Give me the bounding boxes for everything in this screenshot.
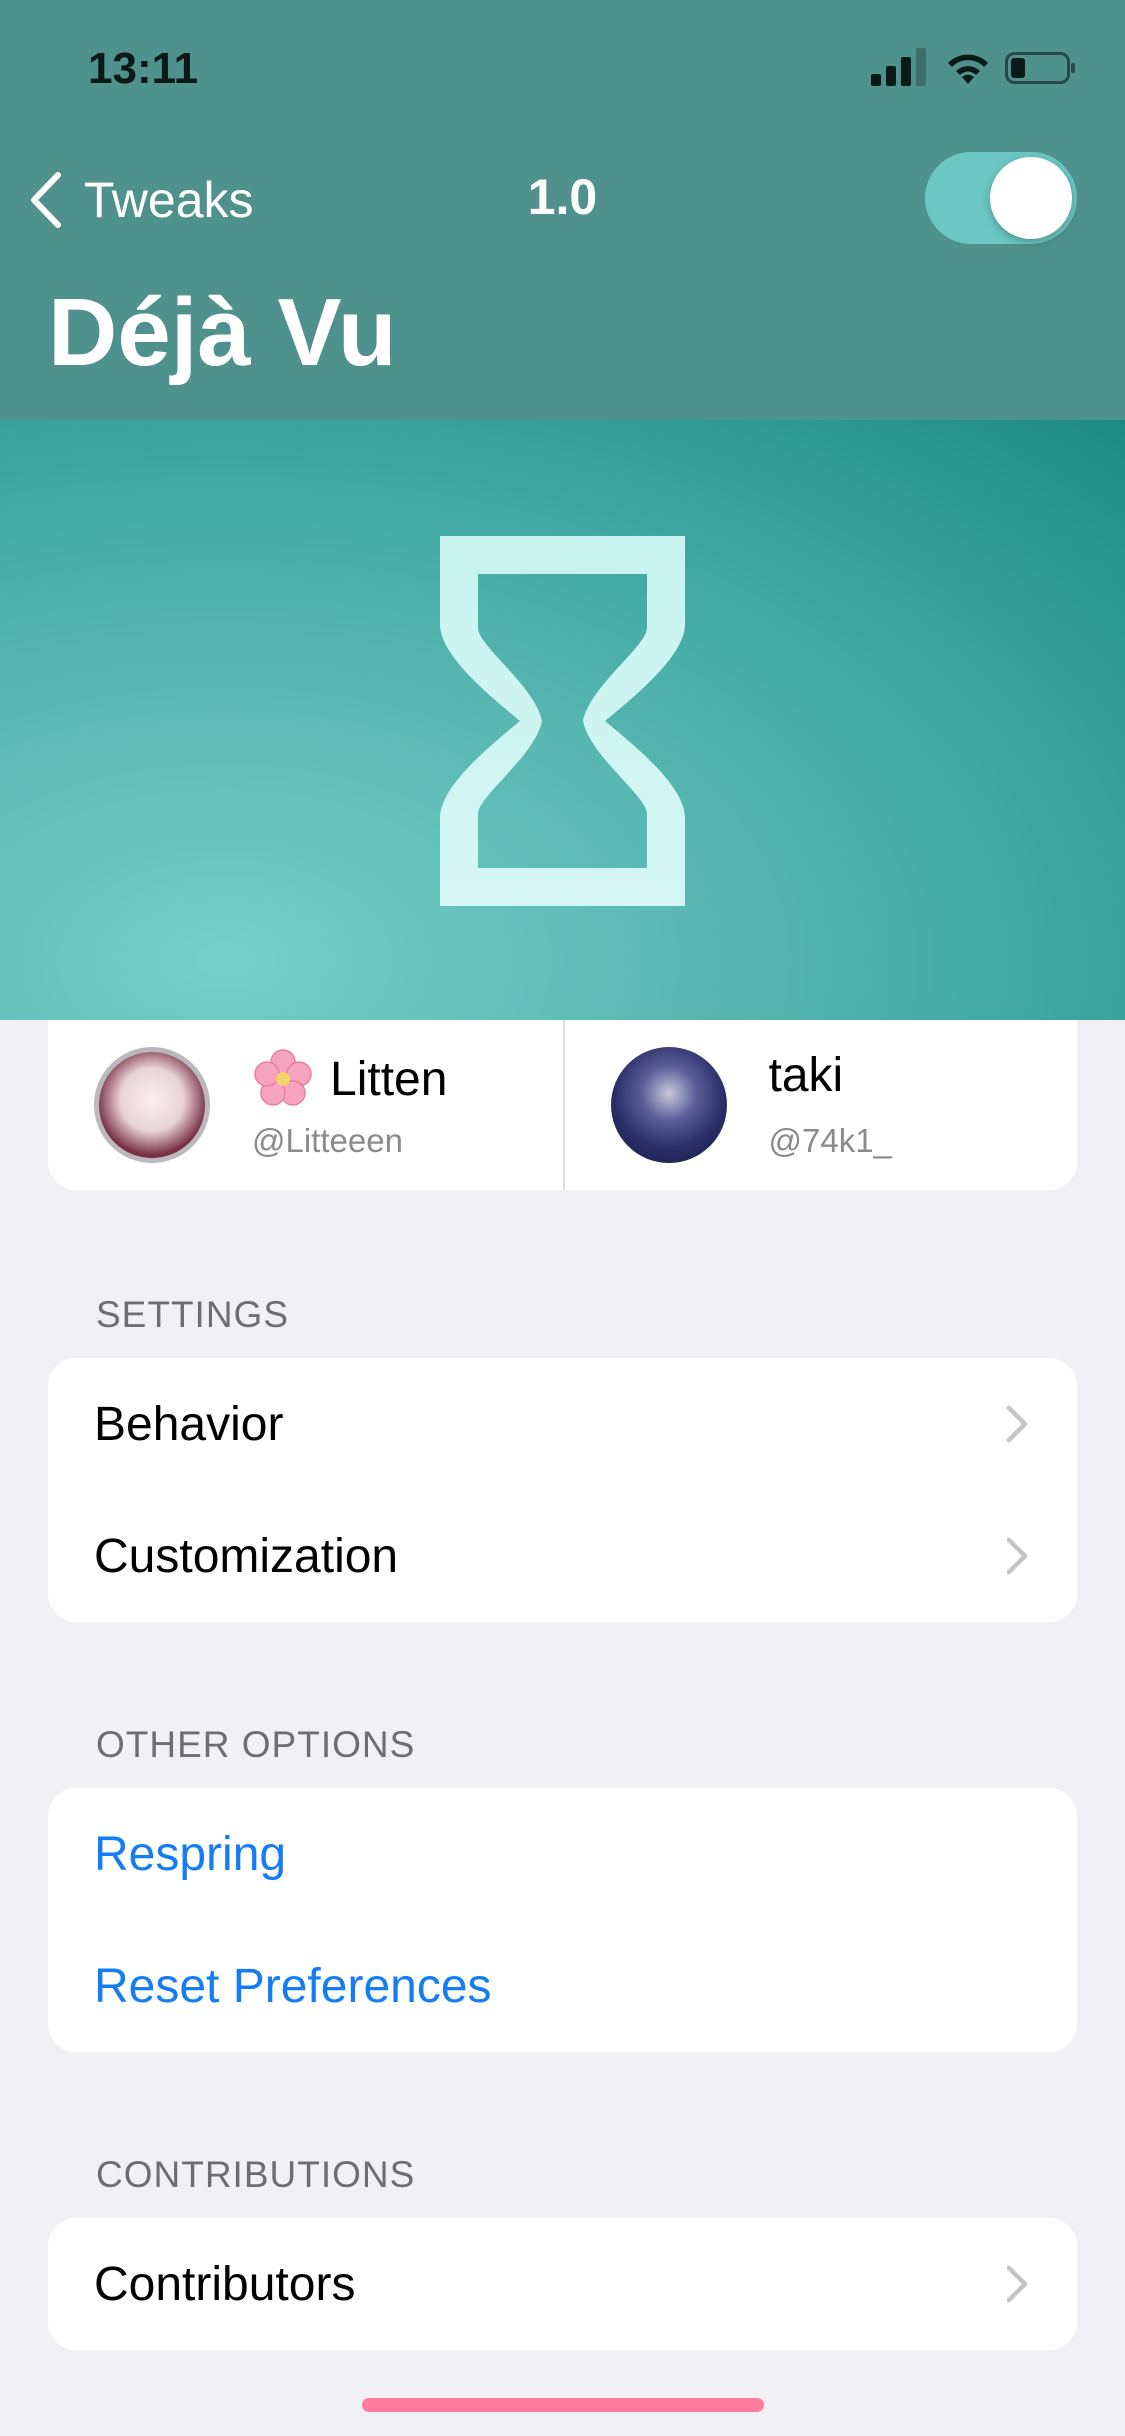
row-label: Contributors	[94, 2257, 356, 2311]
customization-row[interactable]: Customization	[48, 1490, 1077, 1622]
banner	[0, 420, 1125, 1020]
row-label: Behavior	[94, 1397, 284, 1451]
chevron-right-icon	[1006, 1405, 1028, 1443]
respring-button[interactable]: Respring	[48, 1788, 1077, 1920]
author-name: Litten	[252, 1048, 447, 1110]
reset-preferences-button[interactable]: Reset Preferences	[48, 1920, 1077, 2052]
battery-icon	[1005, 52, 1075, 84]
behavior-row[interactable]: Behavior	[48, 1358, 1077, 1490]
wifi-icon	[948, 54, 988, 84]
toggle-knob	[990, 157, 1072, 239]
enable-toggle[interactable]	[925, 152, 1077, 244]
status-icons	[871, 48, 1081, 92]
status-time: 13:11	[88, 44, 199, 93]
author-name: taki	[769, 1048, 844, 1103]
author-handle: @Litteeen	[252, 1122, 403, 1159]
author-cell-taki[interactable]: taki @74k1_	[562, 1020, 1078, 1190]
author-name-text: taki	[768, 1049, 844, 1102]
cherry-blossom-icon	[254, 1049, 312, 1106]
author-cell-litten[interactable]: Litten @Litteeen	[48, 1020, 563, 1190]
contributions-group: Contributors	[48, 2218, 1077, 2350]
author-handle: @74k1_	[768, 1122, 892, 1159]
section-header-other-options: OTHER OPTIONS	[96, 1724, 416, 1765]
hourglass-icon	[440, 536, 685, 906]
navigation-header: 13:11 Tweaks 1.0 Déjà Vu	[0, 0, 1125, 420]
row-label: Customization	[94, 1529, 399, 1583]
other-options-group: Respring Reset Preferences	[48, 1788, 1077, 2052]
authors-card: Litten @Litteeen taki @74k1_	[48, 1020, 1077, 1190]
row-label: Respring	[94, 1827, 287, 1881]
cellular-signal-icon	[871, 48, 926, 86]
row-label: Reset Preferences	[94, 1959, 492, 2013]
avatar	[94, 1047, 210, 1163]
contributors-row[interactable]: Contributors	[48, 2218, 1077, 2350]
section-header-settings: SETTINGS	[96, 1294, 290, 1335]
page-title: Déjà Vu	[48, 279, 397, 386]
chevron-right-icon	[1006, 1537, 1028, 1575]
author-name-text: Litten	[330, 1052, 448, 1106]
section-header-contributions: CONTRIBUTIONS	[96, 2154, 416, 2195]
avatar	[610, 1047, 727, 1163]
home-indicator[interactable]	[362, 2398, 764, 2412]
chevron-right-icon	[1006, 2265, 1028, 2303]
settings-group: Behavior Customization	[48, 1358, 1077, 1622]
